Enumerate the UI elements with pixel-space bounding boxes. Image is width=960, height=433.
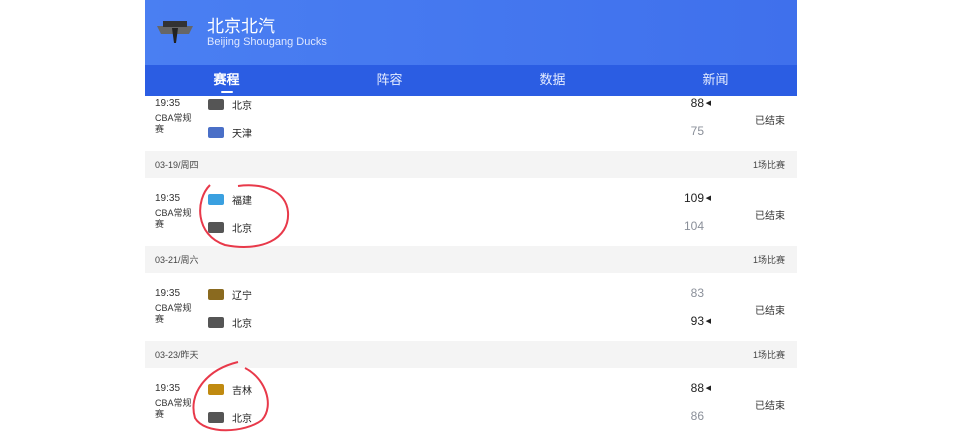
game-row[interactable]: 19:35 CBA常规赛 吉林 北京 88 86 ◀ 已结束: [145, 368, 797, 433]
game-status: 已结束: [755, 306, 785, 317]
away-team[interactable]: 北京: [208, 220, 252, 235]
team-name: 吉林: [232, 386, 252, 397]
home-team[interactable]: 辽宁: [208, 287, 252, 302]
game-time: 19:35: [155, 383, 181, 394]
date-label: 03-19/周四: [155, 160, 199, 170]
winner-arrow-icon: ◀: [705, 318, 711, 325]
team-logo-icon: [208, 317, 224, 328]
game-row[interactable]: 19:35 CBA常规赛 辽宁 北京 83 93 ◀ 已结束: [145, 273, 797, 341]
winner-arrow-icon: ◀: [705, 195, 711, 202]
league-label: CBA常规赛: [155, 303, 192, 324]
away-team[interactable]: 天津: [208, 125, 252, 140]
team-name: 北京: [232, 319, 252, 330]
home-team[interactable]: 北京: [208, 97, 252, 112]
date-header: 03-19/周四 1场比赛: [145, 151, 797, 178]
winner-arrow-icon: ◀: [705, 100, 711, 107]
game-time: 19:35: [155, 193, 181, 204]
away-team[interactable]: 北京: [208, 315, 252, 330]
game-status: 已结束: [755, 211, 785, 222]
game-status: 已结束: [755, 401, 785, 412]
game-count: 1场比赛: [752, 160, 785, 170]
tab-schedule[interactable]: 赛程: [145, 65, 308, 96]
away-team[interactable]: 北京: [208, 410, 252, 425]
league-label: CBA常规赛: [155, 208, 192, 229]
team-logo-icon: [208, 99, 224, 110]
team-name: 天津: [232, 129, 252, 140]
team-name: 福建: [232, 196, 252, 207]
game-count: 1场比赛: [752, 255, 785, 265]
team-logo-icon: [208, 384, 224, 395]
home-score: 88: [690, 96, 704, 110]
away-score: 93: [690, 314, 704, 328]
schedule-list: 19:35 CBA常规赛 北京 天津 88 75 ◀ 已结束 03-19/周四 1场…: [145, 96, 797, 433]
league-label: CBA常规赛: [155, 398, 192, 419]
league-label: CBA常规赛: [155, 113, 192, 134]
game-time: 19:35: [155, 98, 181, 109]
team-logo-icon: [208, 194, 224, 205]
date-header: 03-21/周六 1场比赛: [145, 246, 797, 273]
game-count: 1场比赛: [752, 350, 785, 360]
home-score: 88: [690, 381, 704, 395]
away-score: 86: [690, 409, 704, 423]
tab-stats[interactable]: 数据: [471, 65, 634, 96]
team-name: 北京: [232, 101, 252, 112]
team-logo-icon: [208, 127, 224, 138]
date-header: 03-23/昨天 1场比赛: [145, 341, 797, 368]
team-name: 北京: [232, 224, 252, 235]
tab-news[interactable]: 新闻: [634, 65, 797, 96]
team-logo-icon: [208, 412, 224, 423]
home-team[interactable]: 福建: [208, 192, 252, 207]
team-name: 辽宁: [232, 291, 252, 302]
home-score: 109: [683, 191, 704, 205]
game-row[interactable]: 19:35 CBA常规赛 北京 天津 88 75 ◀ 已结束: [145, 96, 797, 151]
home-team[interactable]: 吉林: [208, 382, 252, 397]
team-name: 北京: [232, 414, 252, 425]
game-status: 已结束: [755, 116, 785, 127]
team-header: 北京北汽 Beijing Shougang Ducks: [145, 0, 797, 65]
team-page: 北京北汽 Beijing Shougang Ducks 赛程 阵容 数据 新闻 …: [145, 0, 797, 433]
tab-roster[interactable]: 阵容: [308, 65, 471, 96]
home-score: 83: [690, 286, 704, 300]
tab-bar: 赛程 阵容 数据 新闻: [145, 65, 797, 96]
away-score: 75: [690, 124, 704, 138]
date-label: 03-21/周六: [155, 255, 199, 265]
team-name: 北京北汽: [207, 17, 275, 36]
away-score: 104: [683, 219, 704, 233]
game-time: 19:35: [155, 288, 181, 299]
winner-arrow-icon: ◀: [705, 385, 711, 392]
team-logo-icon: [208, 289, 224, 300]
date-label: 03-23/昨天: [155, 350, 199, 360]
team-english-name: Beijing Shougang Ducks: [207, 36, 327, 48]
team-logo-icon: [208, 222, 224, 233]
game-row[interactable]: 19:35 CBA常规赛 福建 北京 109 104 ◀ 已结束: [145, 178, 797, 246]
team-logo-icon: [157, 21, 193, 43]
